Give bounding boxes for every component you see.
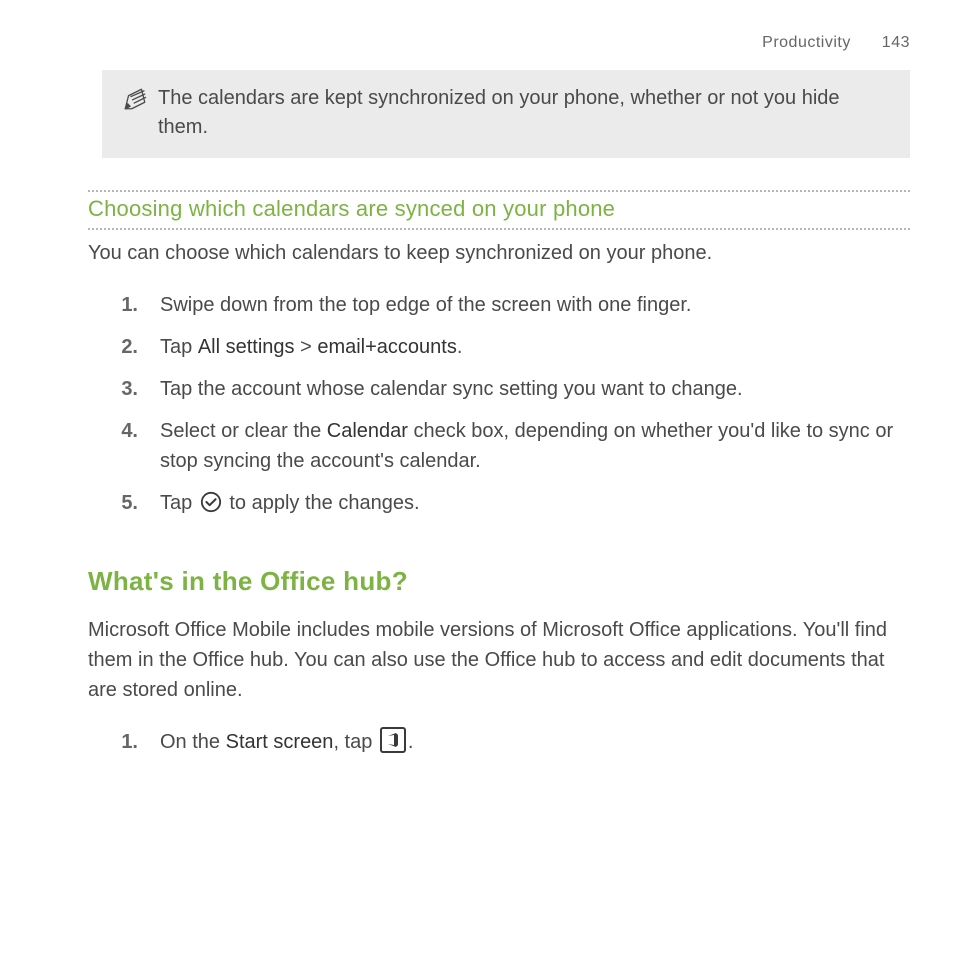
email-accounts-label: email+accounts	[317, 336, 457, 358]
step-number: 2.	[88, 332, 160, 362]
start-screen-label: Start screen	[226, 731, 334, 753]
list-item: 3. Tap the account whose calendar sync s…	[88, 374, 910, 404]
section2-intro: Microsoft Office Mobile includes mobile …	[88, 615, 910, 705]
subsection-choosing-calendars: Choosing which calendars are synced on y…	[88, 190, 910, 230]
list-item: 5. Tap to apply the changes.	[88, 488, 910, 522]
step-text: On the Start screen, tap .	[160, 727, 910, 757]
list-item: 1. Swipe down from the top edge of the s…	[88, 290, 910, 320]
sync-note-box: The calendars are kept synchronized on y…	[102, 70, 910, 158]
step-text: Swipe down from the top edge of the scre…	[160, 290, 910, 320]
step-text: Tap All settings > email+accounts.	[160, 332, 910, 362]
step-number: 5.	[88, 488, 160, 522]
checkmark-circle-icon	[200, 491, 222, 522]
step-text: Select or clear the Calendar check box, …	[160, 416, 910, 476]
step-number: 3.	[88, 374, 160, 404]
section1-steps: 1. Swipe down from the top edge of the s…	[88, 290, 910, 522]
pencil-icon	[122, 84, 158, 117]
list-item: 2. Tap All settings > email+accounts.	[88, 332, 910, 362]
sync-note-text: The calendars are kept synchronized on y…	[158, 84, 890, 142]
header-page-number: 143	[882, 34, 910, 51]
page-header: Productivity 143	[88, 34, 910, 52]
page-content: Productivity 143 The calendars are kept …	[0, 0, 954, 817]
section2-heading: What's in the Office hub?	[88, 566, 910, 597]
section2-steps: 1. On the Start screen, tap .	[88, 727, 910, 757]
office-tile-icon	[380, 727, 406, 753]
list-item: 1. On the Start screen, tap .	[88, 727, 910, 757]
dotted-divider-bottom	[88, 228, 910, 230]
step-text: Tap the account whose calendar sync sett…	[160, 374, 910, 404]
calendar-label: Calendar	[327, 420, 408, 442]
step-number: 1.	[88, 290, 160, 320]
subsection-heading: Choosing which calendars are synced on y…	[88, 192, 910, 228]
step-text: Tap to apply the changes.	[160, 488, 910, 522]
list-item: 4. Select or clear the Calendar check bo…	[88, 416, 910, 476]
header-section-label: Productivity	[762, 34, 851, 51]
all-settings-label: All settings	[198, 336, 295, 358]
step-number: 1.	[88, 727, 160, 757]
step-number: 4.	[88, 416, 160, 476]
section1-intro: You can choose which calendars to keep s…	[88, 238, 910, 268]
